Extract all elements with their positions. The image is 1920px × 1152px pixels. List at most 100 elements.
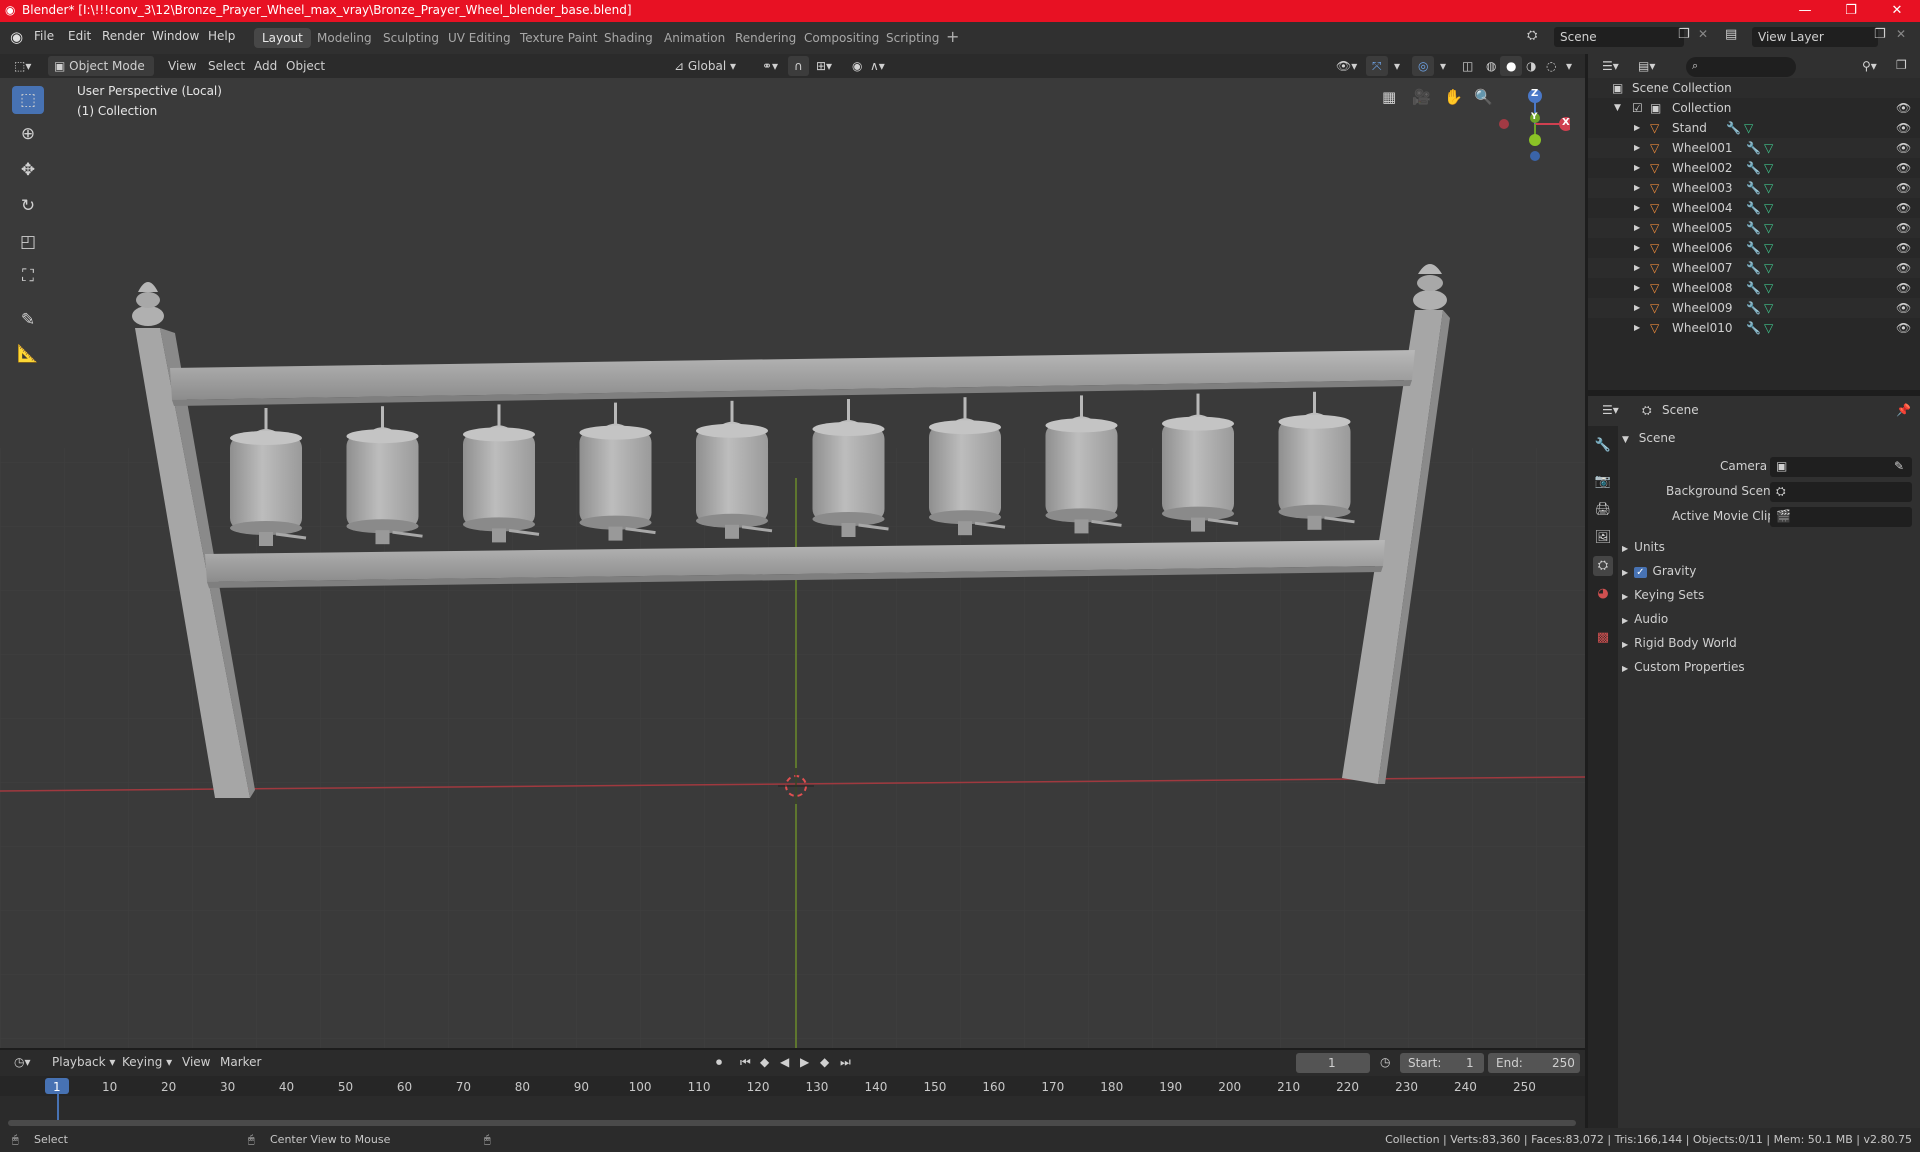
eyedropper-icon[interactable]: ✎ — [1894, 459, 1904, 473]
3d-viewport[interactable]: User Perspective (Local) (1) Collection … — [0, 78, 1585, 1048]
menu-render[interactable]: Render — [102, 29, 145, 43]
subsection-rigid-body-world[interactable]: ▶ Rigid Body World — [1622, 631, 1916, 655]
scene-name-field[interactable]: Scene — [1554, 27, 1684, 47]
measure-tool-icon[interactable]: 📐 — [12, 340, 44, 368]
play-icon[interactable]: ▶ — [794, 1052, 815, 1072]
visibility-eye-icon[interactable]: 👁 — [1896, 198, 1911, 218]
scene-props-tab-icon[interactable]: ⛭ — [1593, 556, 1613, 576]
select-box-tool-icon[interactable]: ⬚ — [12, 86, 44, 114]
scale-tool-icon[interactable]: ◰ — [12, 228, 44, 256]
modifier-icon[interactable]: 🔧 — [1746, 218, 1761, 238]
outliner-object-row[interactable]: ▶ ▽ Wheel006 🔧 ▽ 👁 — [1588, 238, 1920, 258]
modifier-icon[interactable]: 🔧 — [1746, 258, 1761, 278]
expand-arrow-icon[interactable]: ▶ — [1634, 138, 1640, 158]
tab-uv-editing[interactable]: UV Editing — [440, 28, 519, 48]
timeline-area[interactable]: 1102030405060708090100110120130140150160… — [0, 1076, 1585, 1128]
menu-help[interactable]: Help — [208, 29, 235, 43]
maximize-button[interactable]: ❐ — [1828, 0, 1874, 22]
pivot-icon[interactable]: ⚭▾ — [756, 56, 784, 76]
visibility-eye-icon[interactable]: 👁 — [1896, 238, 1911, 258]
axis-gizmo[interactable]: Z X Y — [1490, 84, 1570, 164]
expand-arrow-icon[interactable]: ▶ — [1634, 178, 1640, 198]
outliner-object-row[interactable]: ▶ ▽ Wheel001 🔧 ▽ 👁 — [1588, 138, 1920, 158]
modifier-icon[interactable]: 🔧 — [1746, 238, 1761, 258]
modifier-icon[interactable]: 🔧 — [1746, 298, 1761, 318]
menu-select[interactable]: Select — [202, 56, 251, 76]
properties-editor-type-icon[interactable]: ☰▾ — [1602, 403, 1619, 417]
shading-dropdown-icon[interactable]: ▾ — [1560, 56, 1578, 76]
outliner-object-row[interactable]: ▶ ▽ Wheel002 🔧 ▽ 👁 — [1588, 158, 1920, 178]
gizmo-toggle-icon[interactable]: ⤧ — [1366, 56, 1388, 76]
tab-rendering[interactable]: Rendering — [727, 28, 804, 48]
outliner-object-row[interactable]: ▶ ▽ Wheel004 🔧 ▽ 👁 — [1588, 198, 1920, 218]
outliner-object-row[interactable]: ▶ ▽ Wheel008 🔧 ▽ 👁 — [1588, 278, 1920, 298]
mesh-data-icon[interactable]: ▽ — [1764, 318, 1773, 338]
visibility-eye-icon[interactable]: 👁 — [1896, 218, 1911, 238]
mesh-data-icon[interactable]: ▽ — [1744, 118, 1753, 138]
checkbox-icon[interactable]: ☑ — [1632, 98, 1643, 118]
subsection-audio[interactable]: ▶ Audio — [1622, 607, 1916, 631]
camera-field[interactable]: ▣ ✎ — [1770, 457, 1912, 477]
mesh-data-icon[interactable]: ▽ — [1764, 238, 1773, 258]
tool-props-icon[interactable]: 🔧 — [1593, 436, 1613, 456]
visibility-eye-icon[interactable]: 👁 — [1896, 278, 1911, 298]
expand-arrow-icon[interactable]: ▶ — [1634, 198, 1640, 218]
delete-view-layer-icon[interactable]: ✕ — [1896, 27, 1906, 41]
expand-arrow-icon[interactable]: ▶ — [1634, 118, 1640, 138]
modifier-icon[interactable]: 🔧 — [1746, 178, 1761, 198]
camera-view-icon[interactable]: 🎥 — [1412, 88, 1431, 106]
active-movie-clip-field[interactable]: 🎬 — [1770, 507, 1912, 527]
blender-menu-icon[interactable]: ◉ — [10, 28, 23, 46]
tab-compositing[interactable]: Compositing — [796, 28, 887, 48]
outliner-object-row[interactable]: ▶ ▽ Wheel009 🔧 ▽ 👁 — [1588, 298, 1920, 318]
start-frame-field[interactable]: Start: 1 — [1400, 1053, 1484, 1073]
overlay-dropdown-icon[interactable]: ▾ — [1434, 56, 1452, 76]
expand-arrow-icon[interactable]: ▶ — [1634, 158, 1640, 178]
prev-keyframe-icon[interactable]: ◆ — [754, 1052, 775, 1072]
xray-icon[interactable]: ◫ — [1456, 56, 1479, 76]
tab-animation[interactable]: Animation — [656, 28, 733, 48]
new-view-layer-icon[interactable]: ❐ — [1874, 27, 1886, 42]
overlay-toggle-icon[interactable]: ◎ — [1412, 56, 1435, 76]
modifier-icon[interactable]: 🔧 — [1746, 318, 1761, 338]
gravity-checkbox[interactable]: ✓ — [1634, 567, 1647, 578]
expand-arrow-icon[interactable]: ▶ — [1634, 318, 1640, 338]
jump-end-icon[interactable]: ⏭ — [834, 1052, 857, 1072]
timeline-scrollbar[interactable] — [8, 1120, 1576, 1126]
subsection-gravity[interactable]: ▶ ✓ Gravity — [1622, 559, 1916, 583]
tab-sculpting[interactable]: Sculpting — [375, 28, 447, 48]
snap-icon[interactable]: ∩ — [788, 56, 809, 76]
expand-arrow-icon[interactable]: ▶ — [1634, 218, 1640, 238]
next-keyframe-icon[interactable]: ◆ — [814, 1052, 835, 1072]
display-mode-icon[interactable]: ▤▾ — [1638, 59, 1655, 73]
outliner-editor-type-icon[interactable]: ☰▾ — [1602, 59, 1619, 73]
subsection-custom-properties[interactable]: ▶ Custom Properties — [1622, 655, 1916, 679]
modifier-icon[interactable]: 🔧 — [1746, 278, 1761, 298]
editor-type-icon[interactable]: ⬚▾ — [8, 56, 37, 76]
tab-texture-paint[interactable]: Texture Paint — [512, 28, 605, 48]
mesh-data-icon[interactable]: ▽ — [1764, 158, 1773, 178]
view-layer-props-icon[interactable]: 🖼 — [1593, 528, 1613, 548]
visibility-eye-icon[interactable]: 👁 — [1896, 178, 1911, 198]
new-collection-icon[interactable]: ❐ — [1896, 58, 1907, 72]
current-frame-field[interactable]: 1 — [1296, 1053, 1370, 1073]
annotate-tool-icon[interactable]: ✎ — [12, 306, 44, 334]
visibility-eye-icon[interactable]: 👁 — [1896, 298, 1911, 318]
tab-scripting[interactable]: Scripting — [878, 28, 947, 48]
menu-object[interactable]: Object — [280, 56, 331, 76]
visibility-icon[interactable]: 👁▾ — [1330, 56, 1363, 76]
filter-icon[interactable]: ⚲▾ — [1862, 59, 1877, 73]
outliner-object-row[interactable]: ▶ ▽ Wheel005 🔧 ▽ 👁 — [1588, 218, 1920, 238]
mesh-data-icon[interactable]: ▽ — [1764, 258, 1773, 278]
pan-view-icon[interactable]: ✋ — [1444, 88, 1463, 106]
output-props-icon[interactable]: 🖨 — [1593, 500, 1613, 520]
rotate-tool-icon[interactable]: ↻ — [12, 192, 44, 220]
menu-file[interactable]: File — [34, 29, 54, 43]
new-scene-icon[interactable]: ❐ — [1678, 27, 1690, 42]
pin-icon[interactable]: 📌 — [1896, 403, 1911, 417]
falloff-icon[interactable]: ∧▾ — [864, 56, 891, 76]
mesh-data-icon[interactable]: ▽ — [1764, 218, 1773, 238]
add-workspace-icon[interactable]: + — [946, 27, 959, 46]
visibility-eye-icon[interactable]: 👁 — [1896, 158, 1911, 178]
expand-arrow-icon[interactable]: ▶ — [1634, 238, 1640, 258]
